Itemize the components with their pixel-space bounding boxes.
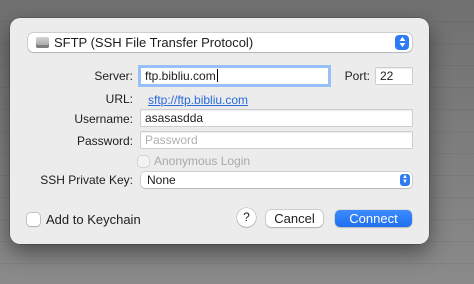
add-to-keychain-checkbox[interactable]: Add to Keychain — [27, 212, 141, 227]
cancel-button[interactable]: Cancel — [266, 210, 323, 227]
password-input[interactable]: Password — [141, 132, 412, 148]
checkbox-icon — [138, 155, 149, 167]
connection-dialog: SFTP (SSH File Transfer Protocol) ▲ ▼ Ser… — [10, 18, 429, 244]
protocol-label: SFTP (SSH File Transfer Protocol) — [54, 35, 254, 50]
drive-icon — [36, 37, 49, 48]
server-label: Server: — [94, 69, 133, 83]
chevron-updown-icon[interactable]: ▲ ▼ — [395, 35, 409, 50]
username-label: Username: — [74, 112, 133, 126]
password-placeholder: Password — [145, 133, 198, 147]
checkbox-icon — [27, 213, 40, 226]
add-to-keychain-label: Add to Keychain — [46, 212, 141, 227]
password-label: Password: — [76, 134, 133, 148]
server-value: ftp.bibliu.com — [145, 69, 216, 83]
username-value: asasasdda — [145, 111, 204, 125]
port-value: 22 — [380, 69, 394, 83]
ssh-key-select[interactable]: None ▲ ▼ — [141, 172, 412, 188]
text-caret — [216, 69, 218, 82]
username-input[interactable]: asasasdda — [141, 110, 412, 126]
protocol-select[interactable]: SFTP (SSH File Transfer Protocol) ▲ ▼ — [28, 33, 412, 52]
chevron-updown-icon: ▲ ▼ — [400, 174, 410, 186]
ssh-key-label: SSH Private Key: — [40, 173, 133, 187]
anonymous-login-label: Anonymous Login — [154, 154, 251, 168]
anonymous-login-checkbox[interactable]: Anonymous Login — [138, 154, 250, 168]
ssh-key-value: None — [147, 173, 176, 187]
url-link[interactable]: sftp://ftp.bibliu.com — [148, 93, 248, 107]
help-button[interactable]: ? — [237, 208, 256, 227]
url-label: URL: — [105, 92, 133, 106]
connect-button[interactable]: Connect — [335, 210, 412, 227]
port-input[interactable]: 22 — [376, 68, 412, 84]
port-label: Port: — [344, 69, 370, 83]
